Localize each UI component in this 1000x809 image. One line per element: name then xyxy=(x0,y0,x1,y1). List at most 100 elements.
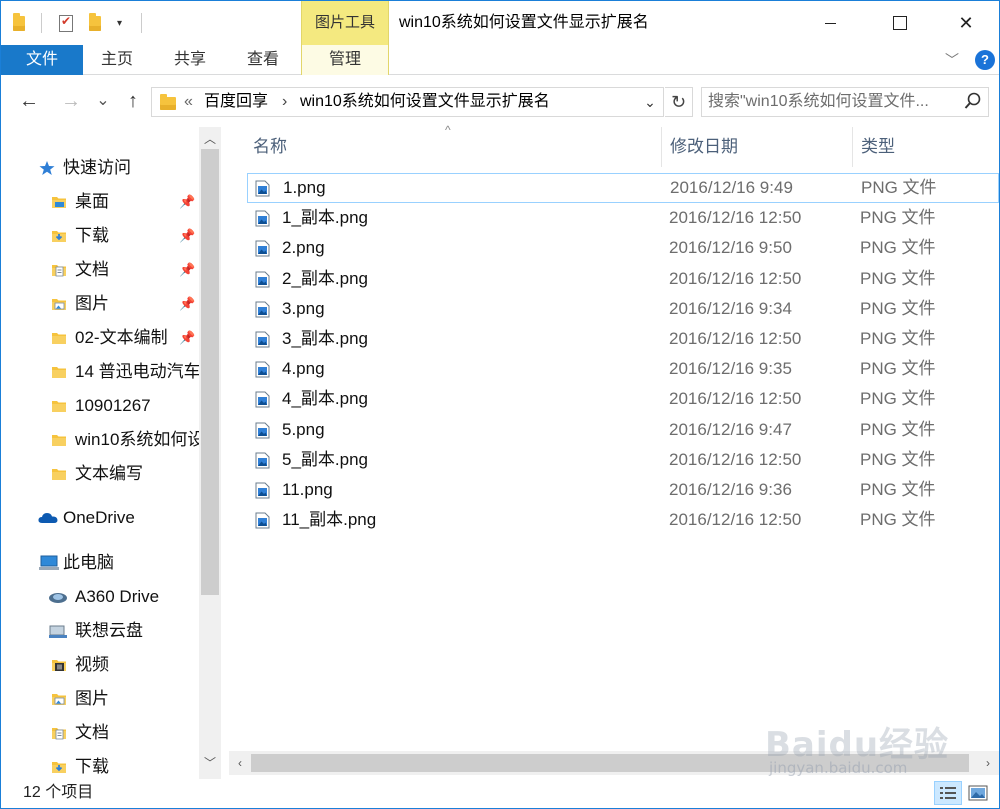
scroll-left-arrow-icon[interactable]: ‹ xyxy=(229,751,251,775)
scroll-down-arrow-icon[interactable]: ﹀ xyxy=(199,753,221,773)
breadcrumb-separator-icon[interactable]: › xyxy=(282,88,287,116)
back-button[interactable]: ← xyxy=(15,89,43,113)
file-row[interactable]: 3.png 2016/12/16 9:34 PNG 文件 xyxy=(247,294,999,324)
nav-pc-item[interactable]: 视频 xyxy=(1,650,201,680)
nav-pc-item[interactable]: 联想云盘 xyxy=(1,616,201,646)
png-file-icon xyxy=(255,210,270,227)
file-date: 2016/12/16 12:50 xyxy=(669,208,802,228)
pin-icon[interactable]: 📌 xyxy=(179,262,195,278)
column-header-name[interactable]: 名称 xyxy=(253,127,287,167)
nav-quick-item[interactable]: 下载 📌 xyxy=(1,221,201,251)
file-row[interactable]: 1_副本.png 2016/12/16 12:50 PNG 文件 xyxy=(247,203,999,233)
scroll-right-arrow-icon[interactable]: › xyxy=(977,751,999,775)
file-list-horizontal-scrollbar[interactable]: ‹ › xyxy=(229,751,999,775)
file-row[interactable]: 2_副本.png 2016/12/16 12:50 PNG 文件 xyxy=(247,264,999,294)
nav-quick-item[interactable]: 10901267 xyxy=(1,391,201,421)
tab-share[interactable]: 共享 xyxy=(156,45,224,75)
nav-pc-item[interactable]: 文档 xyxy=(1,718,201,748)
documents-folder-icon xyxy=(52,728,66,740)
file-row[interactable]: 1.png 2016/12/16 9:49 PNG 文件 xyxy=(247,173,999,203)
column-divider[interactable] xyxy=(852,127,853,167)
nav-quick-access[interactable]: 快速访问 xyxy=(1,153,201,183)
ribbon-tabs: 文件 主页 共享 查看 管理 ﹀ ? xyxy=(1,45,999,75)
file-row[interactable]: 5.png 2016/12/16 9:47 PNG 文件 xyxy=(247,415,999,445)
file-row[interactable]: 11_副本.png 2016/12/16 12:50 PNG 文件 xyxy=(247,505,999,535)
folder-icon xyxy=(52,435,66,446)
details-view-button[interactable] xyxy=(934,781,962,805)
item-count: 12 个项目 xyxy=(23,784,94,801)
pin-icon[interactable]: 📌 xyxy=(179,296,195,312)
refresh-button[interactable]: ↻ xyxy=(665,87,693,117)
properties-icon[interactable] xyxy=(59,11,73,35)
column-divider[interactable] xyxy=(661,127,662,167)
address-bar[interactable]: « 百度回享 › win10系统如何设置文件显示扩展名 ⌄ xyxy=(151,87,664,117)
nav-item-label: 图片 xyxy=(75,689,109,708)
file-type: PNG 文件 xyxy=(860,238,936,258)
address-history-chevron-icon[interactable]: ⌄ xyxy=(637,88,663,116)
nav-quick-item[interactable]: 02-文本编制 📌 xyxy=(1,323,201,353)
png-file-icon xyxy=(255,482,270,499)
help-icon[interactable]: ? xyxy=(975,50,995,70)
up-button[interactable]: ↑ xyxy=(119,89,147,113)
customize-toolbar-dropdown-icon[interactable]: ▾ xyxy=(117,11,122,35)
desktop-folder-icon xyxy=(52,197,66,208)
pin-icon[interactable]: 📌 xyxy=(179,194,195,210)
toolbar-divider xyxy=(141,13,142,33)
file-row[interactable]: 2.png 2016/12/16 9:50 PNG 文件 xyxy=(247,233,999,263)
navigation-pane: 快速访问 桌面 📌 下载 📌 文档 📌 图片 📌 02-文本编制 📌 14 普迅电动汽车 109012… xyxy=(1,127,229,779)
pin-icon[interactable]: 📌 xyxy=(179,330,195,346)
recent-locations-chevron-icon[interactable]: ⌄ xyxy=(93,89,113,113)
scrollbar-thumb[interactable] xyxy=(201,149,219,595)
large-icons-view-button[interactable] xyxy=(964,781,992,805)
file-row[interactable]: 3_副本.png 2016/12/16 12:50 PNG 文件 xyxy=(247,324,999,354)
file-type: PNG 文件 xyxy=(860,298,936,318)
close-button[interactable]: ✕ xyxy=(943,1,989,45)
nav-pc-item[interactable]: 下载 xyxy=(1,752,201,779)
nav-pane-scrollbar[interactable]: ︿ ﹀ xyxy=(199,127,221,779)
minimize-button[interactable] xyxy=(807,1,853,45)
scroll-up-arrow-icon[interactable]: ︿ xyxy=(199,129,221,149)
nav-onedrive[interactable]: OneDrive xyxy=(1,503,201,533)
nav-quick-item[interactable]: 文档 📌 xyxy=(1,255,201,285)
maximize-button[interactable] xyxy=(877,1,923,45)
new-folder-icon[interactable] xyxy=(89,11,101,35)
breadcrumb-segment[interactable]: win10系统如何设置文件显示扩展名 xyxy=(300,88,550,116)
file-date: 2016/12/16 12:50 xyxy=(669,389,802,409)
forward-button[interactable]: → xyxy=(57,89,85,113)
nav-this-pc[interactable]: 此电脑 xyxy=(1,548,201,578)
address-overflow-icon[interactable]: « xyxy=(184,88,193,116)
search-box[interactable] xyxy=(701,87,989,117)
star-icon xyxy=(39,161,55,175)
file-row[interactable]: 4_副本.png 2016/12/16 12:50 PNG 文件 xyxy=(247,384,999,414)
nav-pc-item[interactable]: A360 Drive xyxy=(1,582,201,612)
png-file-icon xyxy=(255,271,270,288)
tab-view[interactable]: 查看 xyxy=(229,45,297,75)
nav-pc-item[interactable]: 图片 xyxy=(1,684,201,714)
file-row[interactable]: 11.png 2016/12/16 9:36 PNG 文件 xyxy=(247,475,999,505)
nav-quick-item[interactable]: 文本编写 xyxy=(1,459,201,489)
documents-folder-icon xyxy=(52,265,66,277)
column-header-date[interactable]: 修改日期 xyxy=(670,127,738,167)
png-file-icon xyxy=(255,512,270,529)
expand-ribbon-chevron-icon[interactable]: ﹀ xyxy=(945,50,959,70)
search-input[interactable] xyxy=(708,90,958,114)
file-name: 11.png xyxy=(282,480,333,499)
quick-access-folder-icon[interactable] xyxy=(13,11,25,35)
nav-quick-item[interactable]: 14 普迅电动汽车 xyxy=(1,357,201,387)
column-header-type[interactable]: 类型 xyxy=(861,127,895,167)
nav-quick-item[interactable]: win10系统如何设 xyxy=(1,425,201,455)
search-icon[interactable] xyxy=(964,92,982,112)
file-row[interactable]: 4.png 2016/12/16 9:35 PNG 文件 xyxy=(247,354,999,384)
tab-file[interactable]: 文件 xyxy=(1,45,83,75)
pin-icon[interactable]: 📌 xyxy=(179,228,195,244)
tab-home[interactable]: 主页 xyxy=(83,45,151,75)
nav-quick-item[interactable]: 桌面 📌 xyxy=(1,187,201,217)
file-row[interactable]: 5_副本.png 2016/12/16 12:50 PNG 文件 xyxy=(247,445,999,475)
tab-manage[interactable]: 管理 xyxy=(301,45,389,75)
png-file-icon xyxy=(255,301,270,318)
nav-quick-item[interactable]: 图片 📌 xyxy=(1,289,201,319)
breadcrumb-segment[interactable]: 百度回享 xyxy=(204,88,268,116)
scrollbar-thumb[interactable] xyxy=(251,754,969,772)
file-date: 2016/12/16 9:47 xyxy=(669,419,792,439)
nav-item-label: 文本编写 xyxy=(75,464,143,483)
